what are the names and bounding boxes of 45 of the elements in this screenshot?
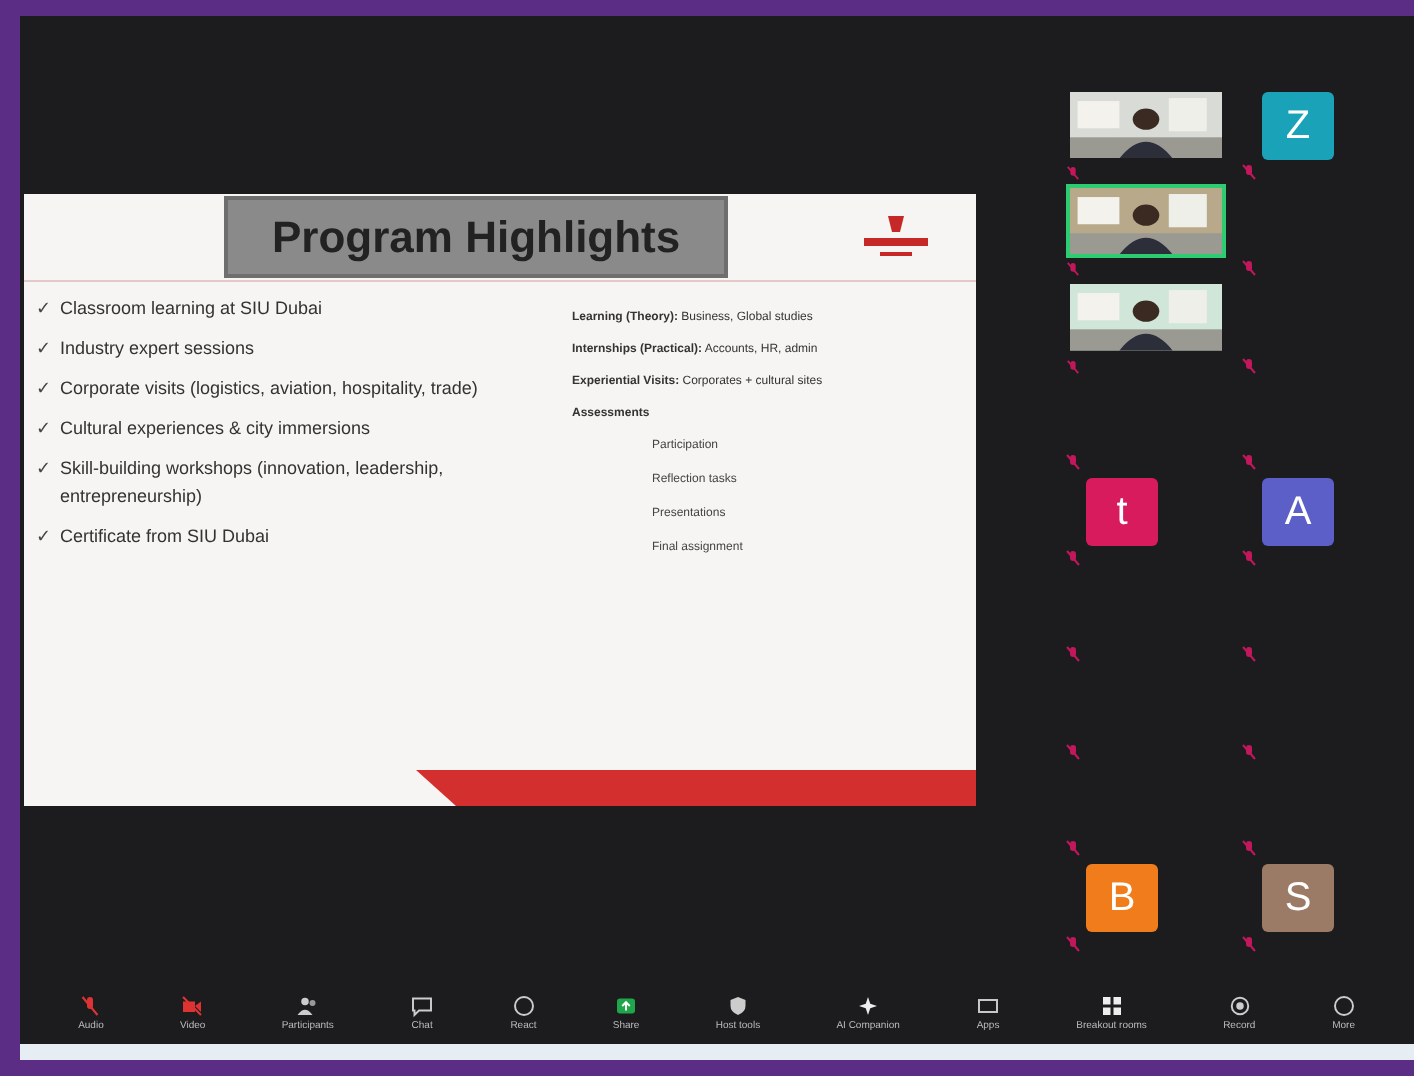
bullet-text: Classroom learning at SIU Dubai: [60, 296, 323, 322]
check-icon: ✓: [36, 414, 52, 442]
bullet-text: Certificate from SIU Dubai: [60, 524, 270, 550]
check-icon: ✓: [36, 294, 52, 322]
check-icon: ✓: [36, 374, 52, 402]
muted-mic-icon: [1242, 743, 1256, 760]
avatar-tile: S: [1262, 863, 1334, 932]
check-icon: ✓: [36, 334, 52, 362]
bullet-text: Skill-building workshops (innovation, leadership, entrepreneurship): [60, 456, 446, 510]
muted-mic-icon: [1242, 357, 1256, 374]
avatar-tile: A: [1262, 478, 1334, 547]
mic-icon: [78, 993, 103, 1018]
muted-mic-icon: [1242, 453, 1256, 470]
muted-mic-icon: [1242, 839, 1256, 856]
muted-mic-icon: [1066, 262, 1080, 277]
bullet-text: Corporate visits (logistics, aviation, hospitality, trade): [60, 376, 478, 402]
avatar-tile: t: [1086, 478, 1158, 547]
muted-mic-icon: [1242, 164, 1256, 181]
muted-mic-icon: [1242, 550, 1256, 567]
bullet-text: Cultural experiences & city immersions: [60, 416, 371, 442]
muted-mic-icon: [1242, 935, 1256, 952]
cam-icon: [180, 993, 205, 1018]
slide-title: Program Highlights: [224, 196, 729, 278]
avatar-tile: B: [1086, 863, 1158, 932]
check-icon: ✓: [36, 522, 52, 550]
muted-mic-icon: [1066, 359, 1080, 374]
muted-mic-icon: [1066, 743, 1080, 760]
chat-icon: [410, 993, 435, 1018]
share-icon: [614, 993, 639, 1018]
avatar-tile: Z: [1262, 92, 1334, 161]
muted-mic-icon: [1066, 646, 1080, 663]
star-icon: [856, 993, 881, 1018]
muted-mic-icon: [1066, 166, 1080, 181]
muted-mic-icon: [1242, 260, 1256, 277]
bullet-text: Industry expert sessions: [60, 336, 255, 362]
check-icon: ✓: [36, 454, 52, 482]
rec-icon: [1227, 993, 1252, 1018]
muted-mic-icon: [1066, 839, 1080, 856]
grid-icon: [1099, 993, 1124, 1018]
muted-mic-icon: [1066, 453, 1080, 470]
muted-mic-icon: [1066, 935, 1080, 952]
shield-icon: [725, 993, 750, 1018]
people-icon: [295, 993, 320, 1018]
muted-mic-icon: [1066, 550, 1080, 567]
muted-mic-icon: [1242, 646, 1256, 663]
